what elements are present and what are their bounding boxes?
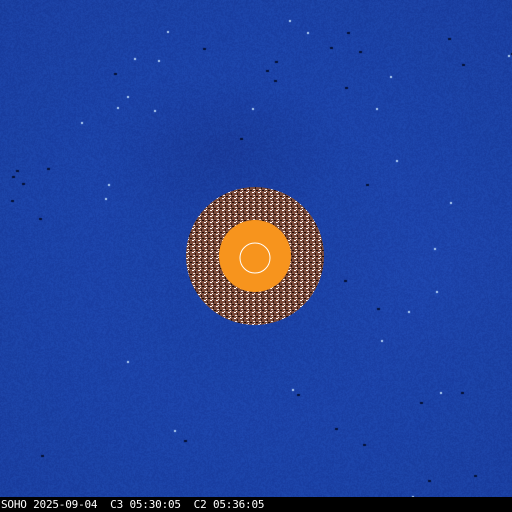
occulting-disk [219, 220, 291, 292]
image-caption: SOHO 2025-09-04 C3 05:30:05 C2 05:36:05 [1, 498, 265, 511]
occulter-assembly [186, 187, 324, 325]
coronagraph-image: SOHO 2025-09-04 C3 05:30:05 C2 05:36:05 [0, 0, 512, 512]
